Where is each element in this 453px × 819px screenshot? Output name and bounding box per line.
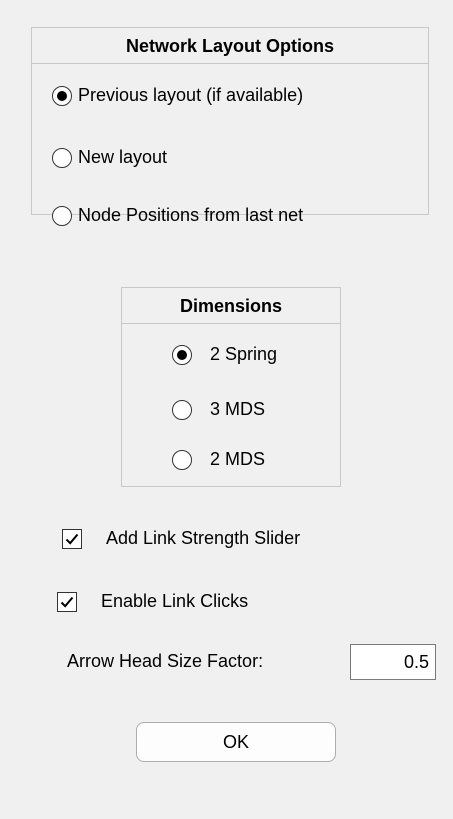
radio-node-positions[interactable]: Node Positions from last net — [52, 205, 303, 226]
radio-2-mds[interactable]: 2 MDS — [172, 449, 265, 470]
radio-previous-layout-label: Previous layout (if available) — [78, 85, 304, 105]
radio-new-layout-label: New layout — [78, 147, 168, 167]
radio-2-spring-label: 2 Spring — [210, 344, 278, 364]
checkmark-icon — [65, 533, 79, 545]
checkbox-enable-link-clicks[interactable]: Enable Link Clicks — [57, 591, 248, 612]
arrow-head-size-label: Arrow Head Size Factor: — [67, 651, 264, 671]
radio-new-layout[interactable]: New layout — [52, 147, 167, 168]
dimensions-title: Dimensions — [122, 288, 340, 324]
radio-button-icon[interactable] — [172, 449, 192, 470]
radio-button-icon[interactable] — [172, 344, 192, 365]
radio-button-icon[interactable] — [52, 85, 72, 106]
radio-button-icon[interactable] — [52, 147, 72, 168]
checkbox-icon[interactable] — [62, 528, 82, 549]
checkbox-icon[interactable] — [57, 591, 77, 612]
radio-3-mds[interactable]: 3 MDS — [172, 399, 265, 420]
radio-previous-layout[interactable]: Previous layout (if available) — [52, 85, 303, 106]
radio-2-mds-label: 2 MDS — [210, 449, 266, 469]
ok-button[interactable]: OK — [136, 722, 336, 762]
network-layout-options-panel: Network Layout Options Previous layout (… — [31, 27, 429, 226]
dimensions-panel: Dimensions 2 Spring 3 MDS 2 MDS — [121, 287, 341, 487]
radio-node-positions-label: Node Positions from last net — [78, 205, 304, 225]
checkmark-icon — [60, 596, 74, 608]
radio-button-icon[interactable] — [52, 205, 72, 226]
checkbox-add-link-strength-slider[interactable]: Add Link Strength Slider — [62, 528, 300, 549]
radio-button-icon[interactable] — [172, 399, 192, 420]
radio-2-spring[interactable]: 2 Spring — [172, 344, 277, 365]
checkbox-add-link-strength-slider-label: Add Link Strength Slider — [106, 528, 301, 548]
checkbox-enable-link-clicks-label: Enable Link Clicks — [101, 591, 249, 611]
arrow-head-size-input[interactable]: 0.5 — [350, 644, 436, 680]
radio-3-mds-label: 3 MDS — [210, 399, 266, 419]
network-layout-options-title: Network Layout Options — [32, 28, 428, 64]
